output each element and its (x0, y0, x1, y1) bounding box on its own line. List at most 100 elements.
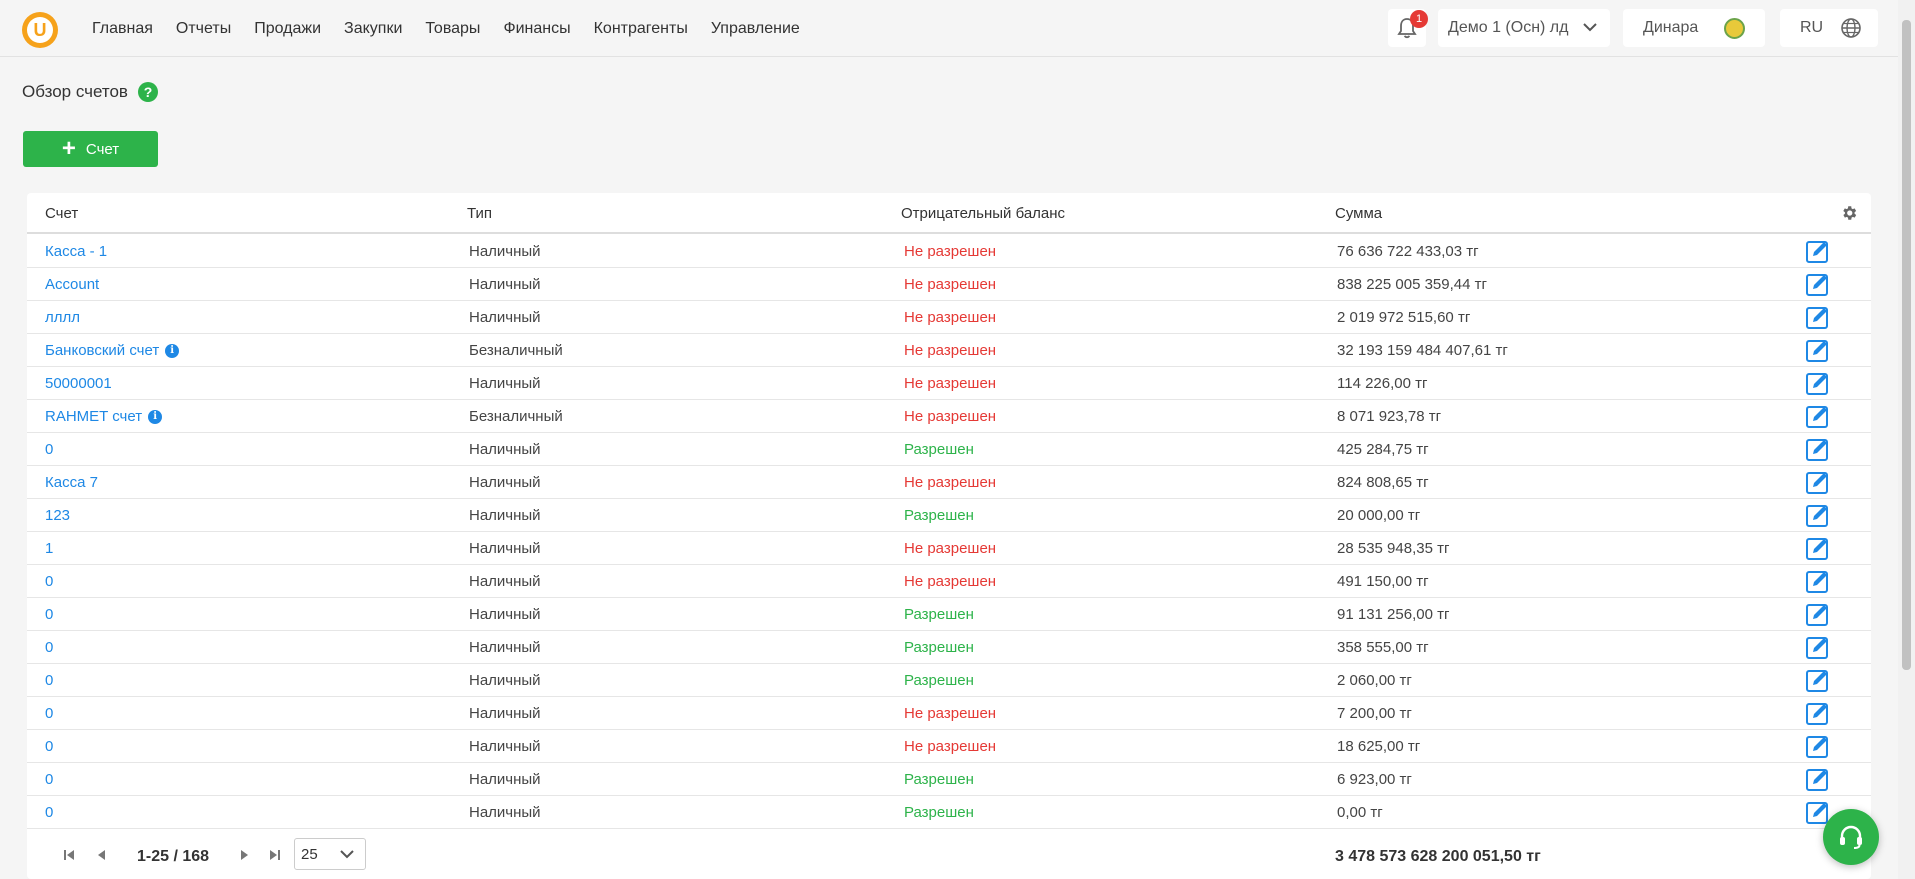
account-name-link[interactable]: 0 (45, 705, 53, 722)
add-account-label: Счет (85, 140, 120, 158)
account-sum: 18 625,00 тг (1337, 738, 1421, 755)
negative-balance-status: Не разрешен (904, 540, 997, 557)
account-sum: 76 636 722 433,03 тг (1337, 243, 1479, 260)
nav-item-sales[interactable]: Продажи (254, 20, 321, 38)
page-size-select[interactable]: 25 (294, 838, 366, 870)
account-name-link[interactable]: Касса 7 (45, 474, 98, 491)
user-menu[interactable]: Динара (1623, 9, 1765, 47)
account-name: 0 (45, 771, 54, 788)
header-account[interactable]: Счет (45, 205, 78, 222)
edit-icon[interactable] (1806, 767, 1830, 791)
edit-icon[interactable] (1806, 437, 1830, 461)
last-page-icon[interactable] (268, 848, 282, 862)
account-sum: 824 808,65 тг (1337, 474, 1429, 491)
edit-icon[interactable] (1806, 470, 1830, 494)
account-type: Наличный (469, 441, 541, 458)
account-name-link[interactable]: 0 (45, 804, 53, 821)
edit-icon[interactable] (1806, 338, 1830, 362)
edit-icon[interactable] (1806, 305, 1830, 329)
avatar (1724, 18, 1745, 39)
account-name-link[interactable]: 0 (45, 441, 53, 458)
edit-icon[interactable] (1806, 800, 1830, 824)
header-type[interactable]: Тип (467, 205, 492, 222)
nav-item-finance[interactable]: Финансы (503, 20, 570, 38)
edit-icon[interactable] (1806, 404, 1830, 428)
negative-balance-status: Разрешен (904, 771, 974, 788)
account-name-link[interactable]: 0 (45, 639, 53, 656)
account-name-link[interactable]: лллл (45, 309, 80, 326)
scrollbar-thumb[interactable] (1902, 20, 1911, 670)
first-page-icon[interactable] (62, 848, 76, 862)
page-size-value: 25 (301, 845, 318, 863)
account-sum: 0,00 тг (1337, 804, 1383, 821)
edit-icon[interactable] (1806, 239, 1830, 263)
accounts-table: Счет Тип Отрицательный баланс Сумма Касс… (27, 193, 1871, 879)
next-page-icon[interactable] (237, 848, 251, 862)
edit-icon[interactable] (1806, 371, 1830, 395)
table-row: 123 Наличный Разрешен 20 000,00 тг (27, 499, 1871, 532)
app-logo[interactable]: U (22, 12, 58, 48)
account-name-link[interactable]: 123 (45, 507, 70, 524)
gear-icon[interactable] (1840, 204, 1858, 222)
info-icon[interactable]: i (165, 343, 180, 358)
negative-balance-status: Разрешен (904, 606, 974, 623)
account-name-link[interactable]: 0 (45, 738, 53, 755)
prev-page-icon[interactable] (95, 848, 109, 862)
account-sum: 7 200,00 тг (1337, 705, 1412, 722)
account-name-link[interactable]: 0 (45, 573, 53, 590)
edit-icon[interactable] (1806, 272, 1830, 296)
account-name-link[interactable]: 0 (45, 771, 53, 788)
notifications-button[interactable]: 1 (1388, 9, 1428, 47)
negative-balance-status: Не разрешен (904, 573, 997, 590)
account-name: Account (45, 276, 100, 293)
edit-icon[interactable] (1806, 635, 1830, 659)
account-name: 0 (45, 606, 54, 623)
header-sum[interactable]: Сумма (1335, 205, 1382, 222)
header-negative-balance[interactable]: Отрицательный баланс (901, 205, 1065, 222)
info-icon[interactable]: i (148, 409, 163, 424)
nav-item-purchases[interactable]: Закупки (344, 20, 402, 38)
account-name: 0 (45, 573, 54, 590)
nav-item-reports[interactable]: Отчеты (176, 20, 231, 38)
edit-icon[interactable] (1806, 701, 1830, 725)
account-name-link[interactable]: Касса - 1 (45, 243, 107, 260)
support-chat-button[interactable] (1823, 809, 1879, 865)
help-icon[interactable]: ? (137, 82, 158, 102)
table-row: 0 Наличный Не разрешен 491 150,00 тг (27, 565, 1871, 598)
edit-icon[interactable] (1806, 602, 1830, 626)
account-name-link[interactable]: 50000001 (45, 375, 112, 392)
edit-icon[interactable] (1806, 668, 1830, 692)
negative-balance-status: Разрешен (904, 639, 974, 656)
account-name-link[interactable]: Банковский счет i (45, 342, 180, 359)
language-selector[interactable]: RU (1780, 9, 1878, 47)
account-name-link[interactable]: 0 (45, 606, 53, 623)
account-name: 0 (45, 738, 54, 755)
edit-icon[interactable] (1806, 734, 1830, 758)
nav-item-management[interactable]: Управление (711, 20, 800, 38)
account-sum: 2 060,00 тг (1337, 672, 1412, 689)
account-name-link[interactable]: Account (45, 276, 99, 293)
table-row: RAHMET счет i Безналичный Не разрешен 8 071 … (27, 400, 1871, 433)
page-scrollbar[interactable] (1898, 0, 1915, 879)
account-name-link[interactable]: 0 (45, 672, 53, 689)
nav-item-products[interactable]: Товары (425, 20, 480, 38)
account-type: Наличный (469, 540, 541, 557)
nav-item-contractors[interactable]: Контрагенты (594, 20, 688, 38)
table-row: 50000001 Наличный Не разрешен 114 226,00 тг (27, 367, 1871, 400)
account-type: Наличный (469, 309, 541, 326)
table-row: лллл Наличный Не разрешен 2 019 972 515,60 … (27, 301, 1871, 334)
company-selector[interactable]: Демо 1 (Осн) лд (1438, 9, 1610, 47)
account-name-link[interactable]: 1 (45, 540, 53, 557)
negative-balance-status: Не разрешен (904, 474, 997, 491)
edit-icon[interactable] (1806, 503, 1830, 527)
edit-icon[interactable] (1806, 569, 1830, 593)
nav-item-home[interactable]: Главная (92, 20, 153, 38)
account-type: Наличный (469, 573, 541, 590)
account-name: Касса 7 (45, 474, 98, 491)
table-row: 0 Наличный Разрешен 2 060,00 тг (27, 664, 1871, 697)
add-account-button[interactable]: + Счет (23, 131, 158, 167)
account-name-link[interactable]: RAHMET счет i (45, 408, 163, 425)
edit-icon[interactable] (1806, 536, 1830, 560)
table-row: Касса 7 Наличный Не разрешен 824 808,65 тг (27, 466, 1871, 499)
account-name: лллл (45, 309, 81, 326)
